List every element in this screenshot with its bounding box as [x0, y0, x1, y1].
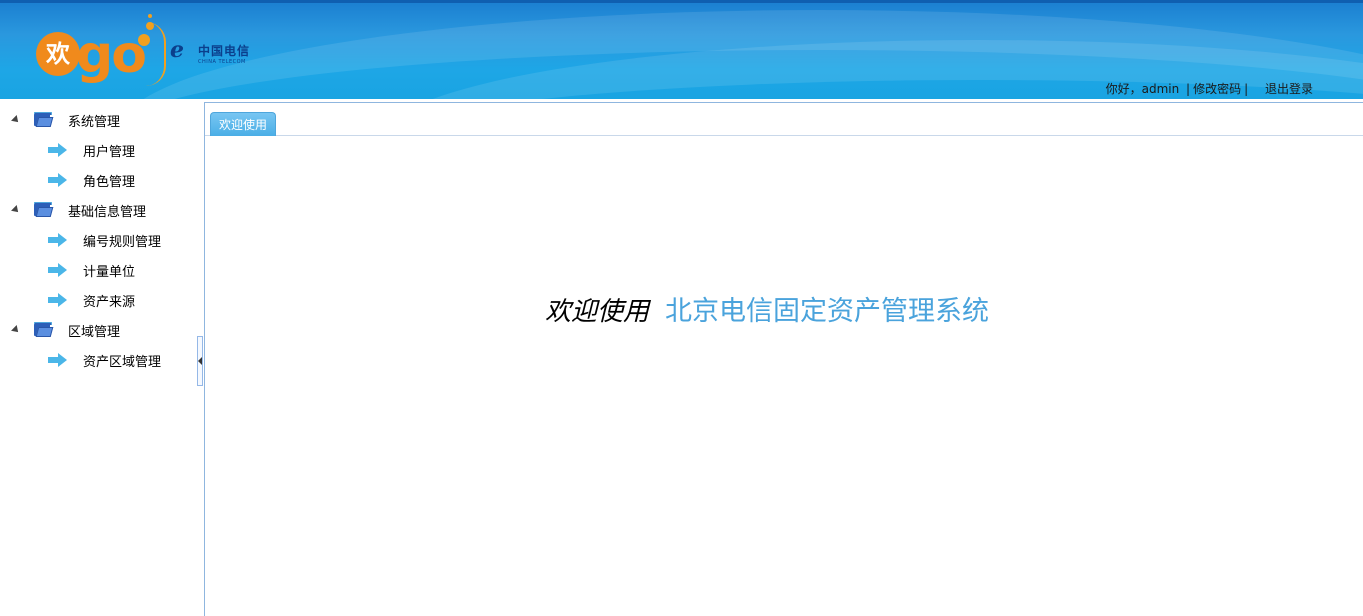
header-topline: [0, 0, 1363, 3]
tree-node-label: 基础信息管理: [68, 204, 147, 220]
change-password-link[interactable]: 修改密码: [1193, 82, 1241, 96]
arrow-right-icon: [48, 353, 68, 367]
tab-welcome[interactable]: 欢迎使用: [210, 112, 277, 136]
tree-node-label: 区域管理: [68, 324, 121, 340]
header-banner: 欢 go ℯ 中国电信 CHINA TELECOM 你好，admin | 修改密码…: [0, 0, 1363, 99]
sidebar-collapse-handle[interactable]: [197, 336, 203, 386]
separator: |: [1186, 82, 1191, 96]
expand-triangle-icon[interactable]: [11, 205, 21, 215]
folder-open-icon: [34, 112, 54, 127]
expand-triangle-icon[interactable]: [11, 115, 21, 125]
arrow-right-icon: [48, 173, 68, 187]
tree-node-label: 角色管理: [83, 174, 136, 190]
tree-node-label: 资产来源: [83, 294, 136, 310]
tree-node-label: 系统管理: [68, 114, 121, 130]
tree-node-system[interactable]: 系统管理: [11, 105, 121, 135]
tree-node-roles[interactable]: 角色管理: [48, 165, 135, 195]
arrow-right-icon: [48, 143, 68, 157]
brand-en: CHINA TELECOM: [198, 59, 246, 65]
tree-node-asset-region[interactable]: 资产区域管理: [48, 345, 161, 375]
tree-node-label: 资产区域管理: [83, 354, 162, 370]
welcome-message: 欢迎使用 北京电信固定资产管理系统: [545, 289, 989, 328]
folder-open-icon: [34, 322, 54, 337]
tree-node-region[interactable]: 区域管理: [11, 315, 121, 345]
sidebar-tree: 系统管理 用户管理 角色管理 基础信息管理 编号规则管理 计量单位 资产来源 区…: [0, 99, 198, 616]
welcome-prefix: 欢迎使用: [545, 297, 650, 327]
logo-arc: [146, 22, 166, 86]
logo-dot: [148, 14, 152, 18]
logo-char: 欢: [36, 32, 80, 76]
tree-node-label: 计量单位: [83, 264, 136, 280]
arrow-right-icon: [48, 233, 68, 247]
main-panel: 欢迎使用 欢迎使用 北京电信固定资产管理系统: [204, 102, 1363, 616]
app-logo: 欢 go ℯ 中国电信 CHINA TELECOM: [30, 12, 270, 92]
tree-node-label: 用户管理: [83, 144, 136, 160]
china-telecom-icon: ℯ: [170, 38, 184, 63]
arrow-right-icon: [48, 263, 68, 277]
tab-strip: 欢迎使用: [205, 103, 1363, 136]
tree-node-label: 编号规则管理: [83, 234, 162, 250]
brand-cn: 中国电信: [198, 44, 251, 58]
user-bar: 你好，admin | 修改密码 | 退出登录: [1106, 80, 1313, 97]
tree-node-numbering-rules[interactable]: 编号规则管理: [48, 225, 161, 255]
arrow-right-icon: [48, 293, 68, 307]
expand-triangle-icon[interactable]: [11, 325, 21, 335]
tree-node-basic-info[interactable]: 基础信息管理: [11, 195, 147, 225]
logo-text: go: [76, 25, 147, 85]
tree-node-users[interactable]: 用户管理: [48, 135, 135, 165]
welcome-system-name: 北京电信固定资产管理系统: [665, 296, 990, 327]
logout-link[interactable]: 退出登录: [1265, 82, 1313, 96]
tree-node-units[interactable]: 计量单位: [48, 255, 135, 285]
separator: |: [1244, 82, 1249, 96]
tree-node-asset-source[interactable]: 资产来源: [48, 285, 135, 315]
folder-open-icon: [34, 202, 54, 217]
greeting-text: 你好，admin: [1105, 82, 1180, 96]
